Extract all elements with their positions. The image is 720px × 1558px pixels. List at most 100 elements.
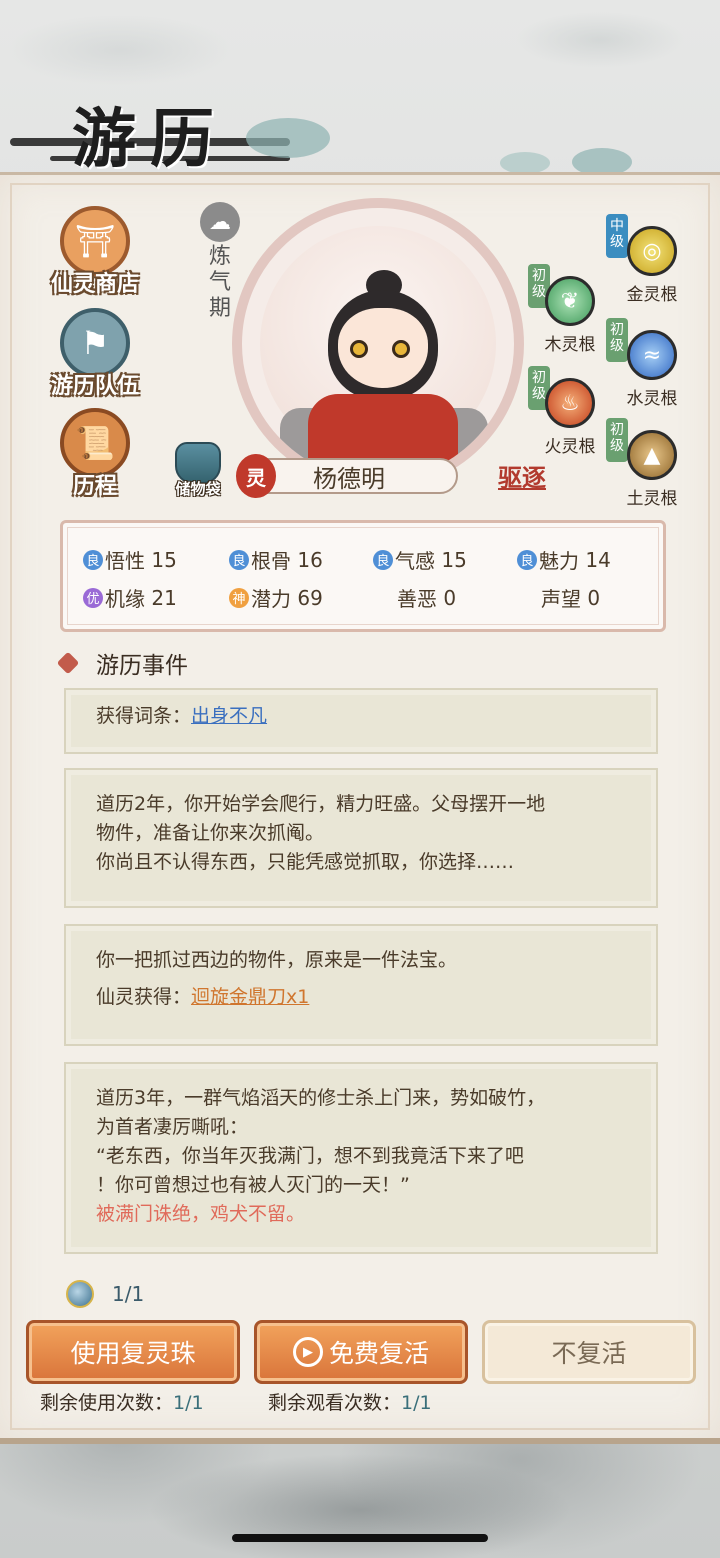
- grade-badge: 良: [229, 549, 249, 570]
- revive-pearl-counter: 1/1: [66, 1280, 144, 1308]
- stat-value: 15: [441, 547, 467, 572]
- stat-reputation: 声望 0: [541, 583, 600, 612]
- menu-team[interactable]: ⚑ 游历队伍: [40, 308, 150, 400]
- event-result-text: 被满门诛绝，鸡犬不留。: [96, 1203, 306, 1225]
- menu-history-label: 历程: [72, 474, 117, 499]
- character-name: 杨德明: [313, 464, 385, 493]
- spirit-root-metal[interactable]: ◎ 金灵根: [612, 226, 692, 305]
- grade-badge: 优: [83, 587, 103, 608]
- water-root-icon: ≈: [627, 330, 677, 380]
- stat-label: 潜力: [251, 587, 291, 611]
- grade-badge: 良: [83, 549, 103, 570]
- event-text: ！你可曾想过也有被人灭门的一天！”: [96, 1174, 410, 1196]
- item-link[interactable]: 迴旋金鼎刀x1: [191, 986, 309, 1008]
- stat-value: 21: [151, 585, 177, 610]
- stat-qi-sense: 良 气感 15: [373, 545, 467, 574]
- stat-label: 善恶: [397, 587, 437, 611]
- pearl-count: 1/1: [112, 1282, 145, 1306]
- no-revive-button[interactable]: 不复活: [482, 1320, 696, 1384]
- button-label: 使用复灵珠: [70, 1339, 196, 1368]
- event-card: 道历2年，你开始学会爬行，精力旺盛。父母摆开一地 物件，准备让你来次抓阄。 你尚…: [64, 768, 658, 908]
- cloud-icon: ☁: [200, 202, 240, 242]
- event-text: 获得词条：: [96, 705, 192, 727]
- remain-label: 剩余观看次数：: [268, 1392, 402, 1414]
- events-header-label: 游历事件: [96, 653, 188, 679]
- spirit-badge: 灵: [236, 454, 276, 498]
- stat-label: 魅力: [539, 549, 579, 573]
- stat-label: 根骨: [251, 549, 291, 573]
- earth-root-icon: ▲: [627, 430, 677, 480]
- cloud-decoration: [246, 118, 330, 158]
- root-label: 水灵根: [626, 389, 678, 409]
- use-pearl-button[interactable]: 使用复灵珠: [26, 1320, 240, 1384]
- grade-badge: 良: [517, 549, 537, 570]
- menu-history[interactable]: 📜 历程: [40, 408, 150, 500]
- remain-value: 1/1: [401, 1392, 432, 1414]
- event-text: “老东西，你当年灭我满门，想不到我竟活下来了吧: [96, 1145, 524, 1167]
- event-text: 你尚且不认得东西，只能凭感觉抓取，你选择……: [96, 851, 515, 873]
- eye: [392, 340, 410, 358]
- root-label: 金灵根: [626, 285, 678, 305]
- grade-badge: 良: [373, 549, 393, 570]
- stat-morality: 善恶 0: [397, 583, 456, 612]
- spirit-root-wood[interactable]: ❦ 木灵根: [530, 276, 610, 355]
- realm-label: 炼气期: [208, 244, 231, 321]
- event-card: 获得词条：出身不凡: [64, 688, 658, 754]
- root-label: 土灵根: [626, 489, 678, 509]
- event-card: 道历3年，一群气焰滔天的修士杀上门来，势如破竹， 为首者凄厉嘶吼： “老东西，你…: [64, 1062, 658, 1254]
- stat-bone: 良 根骨 16: [229, 545, 323, 574]
- play-icon: ▶: [292, 1337, 323, 1367]
- stat-value: 16: [297, 547, 323, 572]
- storage-bag-button[interactable]: 储物袋: [168, 442, 228, 502]
- stat-comprehension: 良 悟性 15: [83, 545, 177, 574]
- grade-badge: 神: [229, 587, 249, 608]
- fire-root-icon: ♨: [545, 378, 595, 428]
- event-text: 道历2年，你开始学会爬行，精力旺盛。父母摆开一地: [96, 793, 546, 815]
- stat-value: 15: [151, 547, 177, 572]
- event-card: 你一把抓过西边的物件，原来是一件法宝。 仙灵获得：迴旋金鼎刀x1: [64, 924, 658, 1046]
- event-text: 物件，准备让你来次抓阄。: [96, 822, 325, 844]
- events-header: 游历事件: [56, 646, 188, 680]
- root-label: 火灵根: [544, 437, 596, 457]
- stat-label: 机缘: [105, 587, 145, 611]
- spirit-root-earth[interactable]: ▲ 土灵根: [612, 430, 692, 509]
- expel-button[interactable]: 驱逐: [498, 458, 546, 493]
- stats-panel: 良 悟性 15 良 根骨 16 良 气感 15 良 魅力 14 优 机缘 21 …: [60, 520, 666, 632]
- spirit-root-fire[interactable]: ♨ 火灵根: [530, 378, 610, 457]
- stat-label: 气感: [395, 549, 435, 573]
- diamond-icon: [56, 651, 80, 675]
- event-text: 道历3年，一群气焰滔天的修士杀上门来，势如破竹，: [96, 1087, 546, 1109]
- remain-value: 1/1: [173, 1392, 204, 1414]
- free-revive-button[interactable]: ▶ 免费复活: [254, 1320, 468, 1384]
- wood-root-icon: ❦: [545, 276, 595, 326]
- spirit-root-water[interactable]: ≈ 水灵根: [612, 330, 692, 409]
- root-label: 木灵根: [544, 335, 596, 355]
- page-title: 游历: [72, 102, 228, 177]
- stat-value: 14: [585, 547, 611, 572]
- remaining-views: 剩余观看次数：1/1: [268, 1388, 432, 1415]
- metal-root-icon: ◎: [627, 226, 677, 276]
- cloud-decoration: [500, 152, 550, 174]
- stat-value: 0: [443, 585, 457, 610]
- stat-potential: 神 潜力 69: [229, 583, 323, 612]
- stat-charm: 良 魅力 14: [517, 545, 611, 574]
- event-text: 仙灵获得：: [96, 986, 192, 1008]
- remaining-uses: 剩余使用次数：1/1: [40, 1388, 204, 1415]
- menu-shop[interactable]: ⛩ 仙灵商店: [40, 206, 150, 298]
- event-text: 为首者凄厉嘶吼：: [96, 1116, 249, 1138]
- eye: [350, 340, 368, 358]
- remain-label: 剩余使用次数：: [40, 1392, 174, 1414]
- stat-fortune: 优 机缘 21: [83, 583, 177, 612]
- storage-bag-label: 储物袋: [175, 480, 221, 498]
- stat-label: 声望: [541, 587, 581, 611]
- trait-link[interactable]: 出身不凡: [191, 705, 267, 727]
- menu-shop-label: 仙灵商店: [50, 272, 139, 297]
- button-label: 不复活: [551, 1339, 627, 1368]
- character-portrait: [232, 198, 524, 490]
- button-label: 免费复活: [328, 1339, 429, 1368]
- stat-value: 69: [297, 585, 323, 610]
- stat-value: 0: [587, 585, 601, 610]
- menu-team-label: 游历队伍: [50, 374, 139, 399]
- stat-label: 悟性: [105, 549, 145, 573]
- home-indicator[interactable]: [232, 1534, 488, 1542]
